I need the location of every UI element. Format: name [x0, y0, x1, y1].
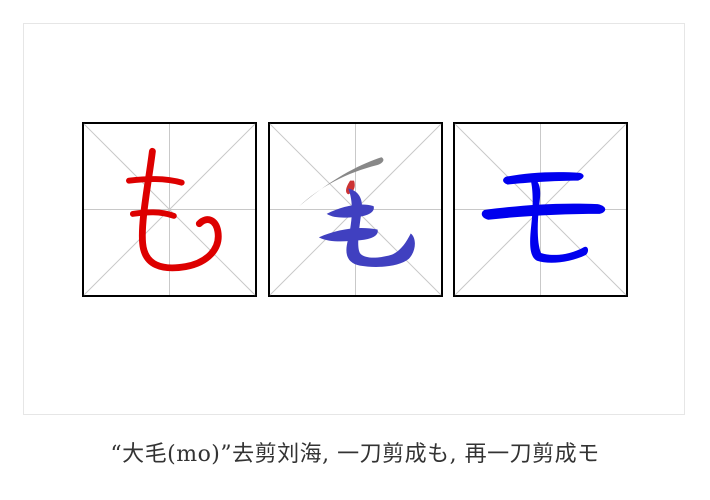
- kanji-mao-with-cut-stroke-icon: [299, 157, 415, 267]
- katakana-mo-glyph-icon: [481, 172, 606, 263]
- hiragana-mo-glyph-icon: [126, 147, 222, 272]
- illustration-caption: “大毛(mo)”去剪刘海, 一刀剪成も, 再一刀剪成モ: [110, 442, 600, 467]
- practice-grid-mao-kanji: [268, 122, 443, 297]
- practice-grid-mo-hiragana: [82, 122, 257, 297]
- practice-grid-mo-katakana: [453, 122, 628, 297]
